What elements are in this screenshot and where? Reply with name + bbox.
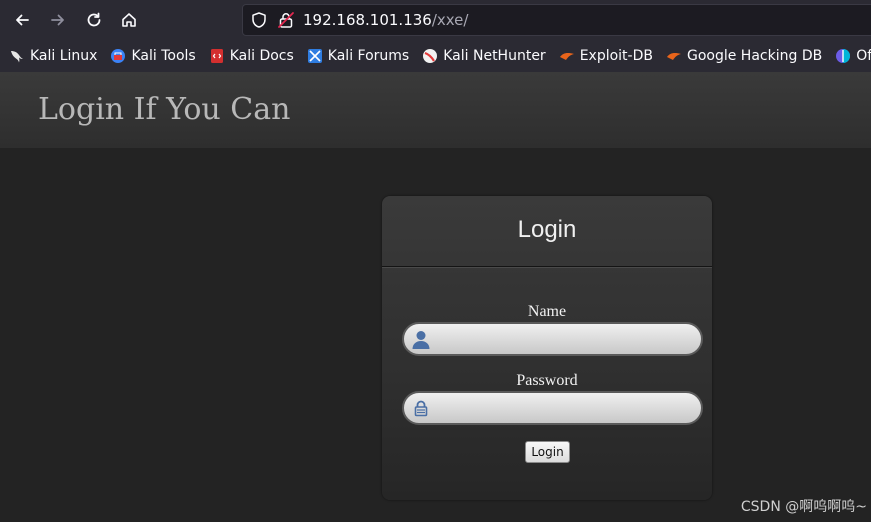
- kali-docs-icon: [210, 49, 223, 63]
- offsec-icon: [836, 49, 851, 63]
- bookmark-label: Kali NetHunter: [443, 48, 546, 64]
- bookmark-label: OffSec: [856, 48, 871, 64]
- url-text[interactable]: 192.168.101.136/xxe/: [303, 11, 468, 29]
- home-icon: [122, 13, 136, 27]
- name-input[interactable]: [438, 324, 697, 356]
- card-divider: [382, 266, 712, 268]
- home-button[interactable]: [115, 6, 143, 34]
- login-button[interactable]: Login: [525, 441, 570, 463]
- bookmark-offsec[interactable]: OffSec: [826, 44, 871, 68]
- bookmark-kali-nethunter[interactable]: Kali NetHunter: [413, 44, 549, 68]
- page-title: Login If You Can: [38, 92, 291, 127]
- browser-toolbar: 192.168.101.136/xxe/: [0, 0, 871, 40]
- google-hacking-db-icon: [666, 53, 681, 60]
- login-form: Login Name Password Login: [382, 196, 712, 500]
- url-path: /xxe/: [431, 11, 469, 29]
- kali-dragon-icon: [11, 51, 23, 63]
- forward-icon: [51, 14, 64, 26]
- page-header: Login If You Can: [0, 72, 871, 148]
- user-icon: [412, 331, 430, 349]
- watermark-text: CSDN @啊呜啊呜~: [740, 499, 867, 515]
- reload-button[interactable]: [80, 6, 108, 34]
- kali-forums-icon: [307, 49, 322, 63]
- bookmarks-toolbar: Kali Linux Kali Tools Kali Docs Kali For…: [0, 40, 871, 72]
- password-label: Password: [516, 372, 578, 389]
- bookmark-label: Kali Tools: [131, 48, 196, 64]
- bookmark-label: Kali Docs: [229, 48, 294, 64]
- bookmark-label: Kali Linux: [30, 48, 98, 64]
- password-field[interactable]: [402, 391, 703, 425]
- bookmark-kali-tools[interactable]: Kali Tools: [101, 44, 199, 68]
- kali-nethunter-icon: [423, 49, 438, 63]
- url-host: 192.168.101.136: [303, 11, 432, 29]
- back-button[interactable]: [8, 6, 36, 34]
- bookmark-kali-linux[interactable]: Kali Linux: [0, 44, 101, 68]
- browser-chrome: 192.168.101.136/xxe/ Kali Linux Kali Too…: [0, 0, 871, 72]
- password-input[interactable]: [438, 393, 697, 425]
- name-field[interactable]: [402, 322, 703, 356]
- back-icon: [16, 14, 29, 26]
- bookmark-label: Kali Forums: [327, 48, 410, 64]
- bookmark-kali-docs[interactable]: Kali Docs: [200, 44, 298, 68]
- bookmark-google-hacking-db[interactable]: Google Hacking DB: [657, 44, 826, 68]
- name-label: Name: [527, 303, 567, 320]
- bookmark-kali-forums[interactable]: Kali Forums: [298, 44, 413, 68]
- bookmark-exploit-db[interactable]: Exploit-DB: [550, 44, 657, 68]
- login-card-title: Login: [517, 216, 577, 243]
- exploit-db-icon: [559, 53, 574, 60]
- forward-button[interactable]: [44, 6, 72, 34]
- lock-icon: [414, 400, 428, 417]
- insecure-lock-icon[interactable]: [277, 11, 295, 29]
- kali-tools-icon: [111, 49, 126, 63]
- reload-icon: [87, 12, 101, 27]
- address-bar[interactable]: 192.168.101.136/xxe/: [242, 4, 871, 36]
- tracking-protection-shield-icon[interactable]: [250, 11, 268, 29]
- bookmark-label: Exploit-DB: [579, 48, 653, 64]
- bookmark-label: Google Hacking DB: [686, 48, 823, 64]
